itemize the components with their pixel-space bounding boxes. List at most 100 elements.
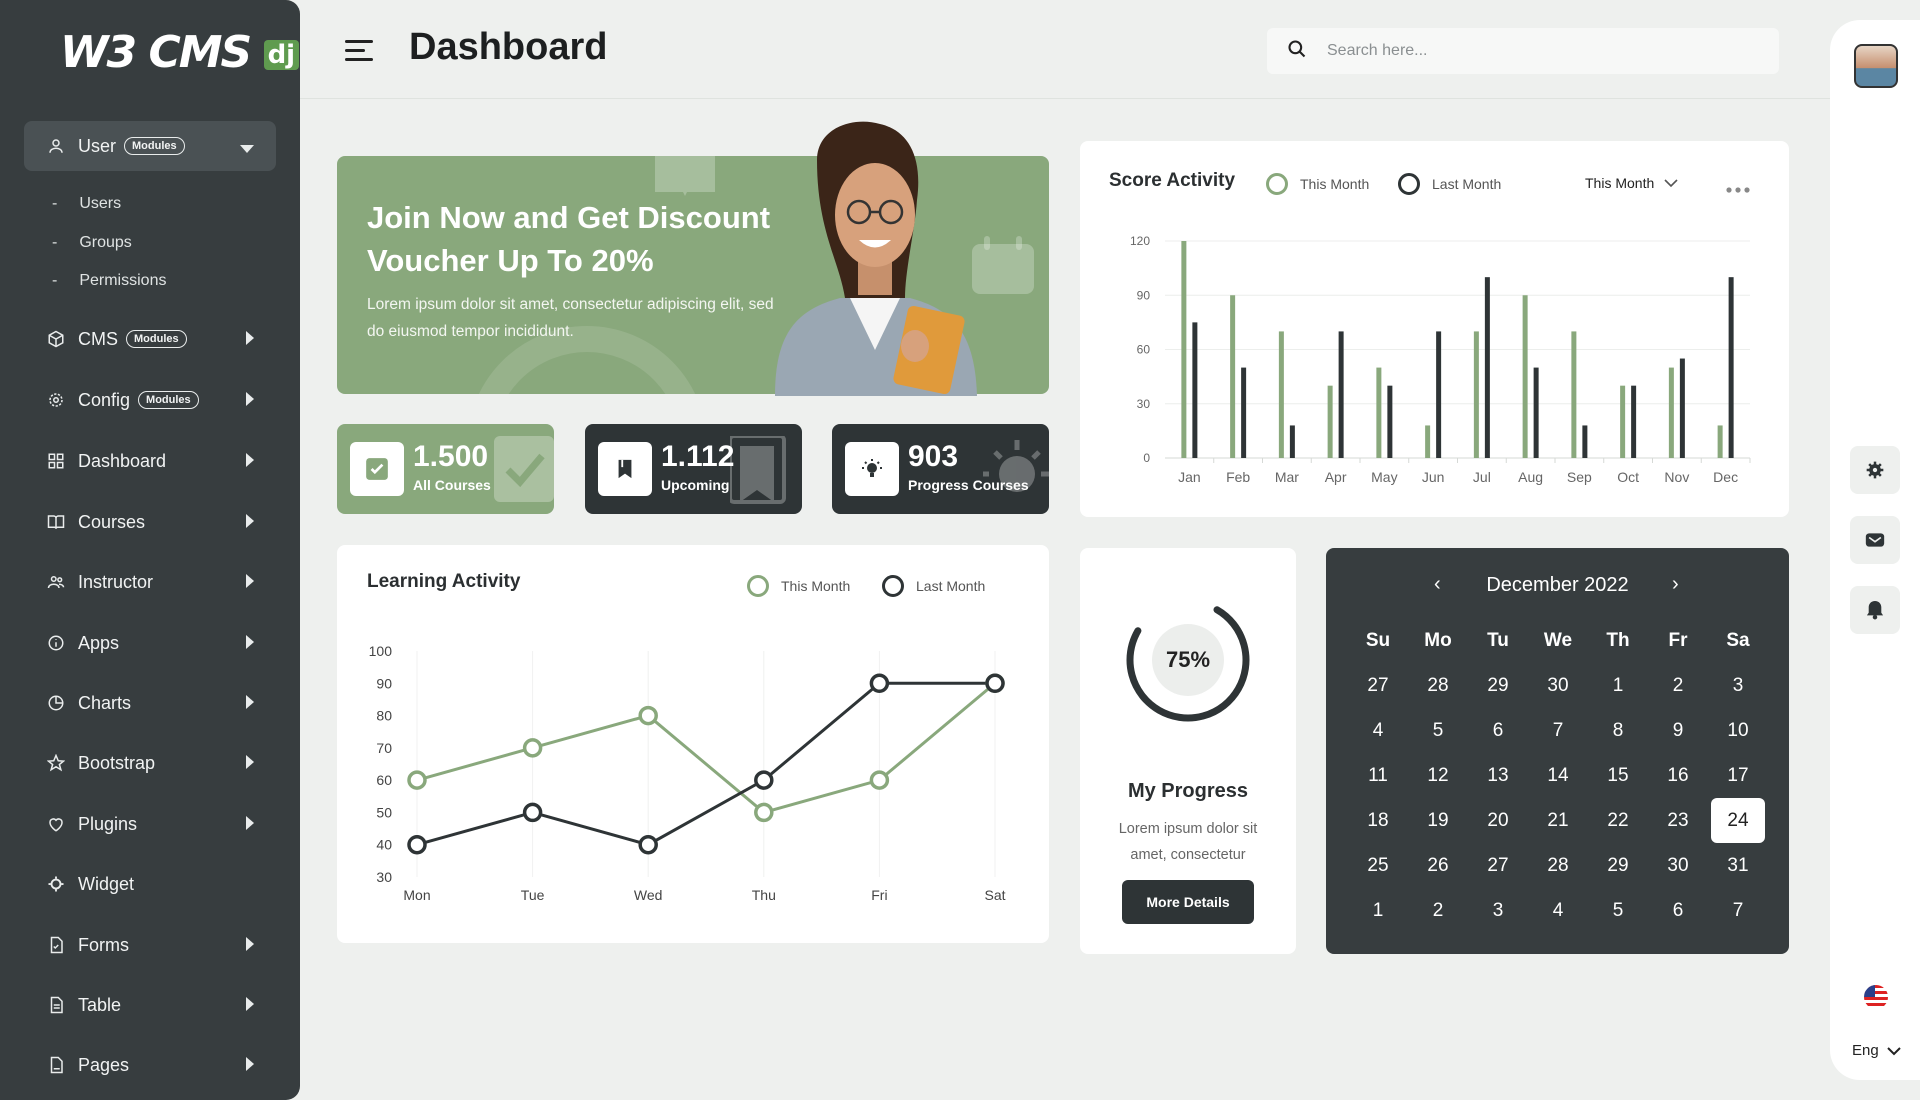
y-tick-label: 90 <box>1137 288 1151 302</box>
calendar-day[interactable]: 29 <box>1588 843 1648 888</box>
calendar-day[interactable]: 5 <box>1408 708 1468 753</box>
data-point <box>754 802 774 823</box>
calendar-day[interactable]: 3 <box>1468 888 1528 933</box>
score-bar-chart: 0 30 60 90 120 Jan Feb Mar Apr May Jun Jul Aug Sep Oct… <box>1130 234 1751 485</box>
calendar-day[interactable]: 28 <box>1408 663 1468 708</box>
calendar-day[interactable]: 24 <box>1711 798 1765 843</box>
sidebar-item-table[interactable]: Table <box>24 980 276 1030</box>
calendar-day[interactable]: 25 <box>1348 843 1408 888</box>
user-icon <box>46 136 66 156</box>
calendar-weekday: Mo <box>1424 629 1452 651</box>
calendar-day[interactable]: 28 <box>1528 843 1588 888</box>
calendar-next-button[interactable]: › <box>1672 573 1679 596</box>
sidebar-item-forms[interactable]: Forms <box>24 920 276 970</box>
chevron-right-icon <box>246 635 254 649</box>
stat-card-all-courses[interactable]: 1.500 All Courses <box>337 424 554 514</box>
calendar-day[interactable]: 12 <box>1408 753 1468 798</box>
sidebar-item-label: Config <box>78 389 131 410</box>
calendar-day[interactable]: 2 <box>1648 663 1708 708</box>
file-text-icon <box>46 995 66 1015</box>
stat-card-upcoming[interactable]: 1.112 Upcoming <box>585 424 802 514</box>
checkbox-icon <box>350 442 404 496</box>
calendar-day[interactable]: 27 <box>1348 663 1408 708</box>
calendar-day[interactable]: 30 <box>1648 843 1708 888</box>
stat-card-progress-courses[interactable]: 903 Progress Courses <box>832 424 1049 514</box>
messages-button[interactable] <box>1850 516 1900 564</box>
avatar[interactable] <box>1854 44 1898 88</box>
calendar-day[interactable]: 20 <box>1468 798 1528 843</box>
calendar-day[interactable]: 30 <box>1528 663 1588 708</box>
bar <box>1631 385 1637 458</box>
calendar-day[interactable]: 7 <box>1528 708 1588 753</box>
chevron-right-icon <box>246 937 254 951</box>
calendar-day[interactable]: 2 <box>1408 888 1468 933</box>
calendar-day[interactable]: 4 <box>1528 888 1588 933</box>
language-selector[interactable]: Eng <box>1852 1042 1901 1059</box>
calendar-day[interactable]: 6 <box>1468 708 1528 753</box>
calendar-day[interactable]: 18 <box>1348 798 1408 843</box>
sidebar-item-bootstrap[interactable]: Bootstrap <box>24 738 276 788</box>
calendar-day[interactable]: 21 <box>1528 798 1588 843</box>
calendar-day[interactable]: 19 <box>1408 798 1468 843</box>
bookmark-icon <box>730 436 786 504</box>
bar <box>1717 425 1723 458</box>
search-icon[interactable] <box>1287 39 1307 64</box>
calendar-day[interactable]: 4 <box>1348 708 1408 753</box>
calendar-day[interactable]: 22 <box>1588 798 1648 843</box>
calendar-day[interactable]: 29 <box>1468 663 1528 708</box>
calendar-day[interactable]: 10 <box>1708 708 1768 753</box>
sidebar-item-pages[interactable]: Pages <box>24 1040 276 1090</box>
calendar-day[interactable]: 13 <box>1468 753 1528 798</box>
learning-line-chart: 30 40 50 60 70 80 90 100 Mon Tue Wed Thu Fri Sat <box>369 643 1006 903</box>
sidebar-item-widget[interactable]: Widget <box>24 859 276 909</box>
check-icon <box>494 436 554 502</box>
y-tick-label: 70 <box>376 740 392 756</box>
calendar-day[interactable]: 14 <box>1528 753 1588 798</box>
sidebar-item-courses[interactable]: Courses <box>24 497 276 547</box>
modules-badge: Modules <box>138 391 199 409</box>
cube-icon <box>46 329 66 349</box>
x-tick-label: Jul <box>1473 469 1491 485</box>
calendar-day[interactable]: 5 <box>1588 888 1648 933</box>
calendar-day[interactable]: 8 <box>1588 708 1648 753</box>
sidebar-item-config[interactable]: Config Modules <box>24 375 276 425</box>
sidebar-item-apps[interactable]: Apps <box>24 618 276 668</box>
calendar-day[interactable]: 9 <box>1648 708 1708 753</box>
more-details-button[interactable]: More Details <box>1122 880 1254 924</box>
data-point <box>638 834 658 855</box>
sidebar-item-instructor[interactable]: Instructor <box>24 557 276 607</box>
chevron-right-icon <box>246 755 254 769</box>
bar <box>1473 331 1479 458</box>
sidebar-subitem-users[interactable]: - Users <box>52 195 121 213</box>
calendar-day[interactable]: 1 <box>1348 888 1408 933</box>
calendar-day[interactable]: 11 <box>1348 753 1408 798</box>
calendar-day[interactable]: 31 <box>1708 843 1768 888</box>
sidebar-item-label: Bootstrap <box>78 752 156 773</box>
logo[interactable]: W3 CMS dj <box>60 27 300 78</box>
logo-text: W3 CMS <box>60 27 252 78</box>
settings-button[interactable] <box>1850 446 1900 494</box>
y-tick-label: 50 <box>376 804 392 820</box>
calendar-day[interactable]: 17 <box>1708 753 1768 798</box>
calendar-day[interactable]: 26 <box>1408 843 1468 888</box>
chevron-down-icon <box>1886 1046 1901 1055</box>
calendar-day[interactable]: 7 <box>1708 888 1768 933</box>
x-tick-label: Jun <box>1422 469 1445 485</box>
calendar-day[interactable]: 23 <box>1648 798 1708 843</box>
sidebar-item-cms[interactable]: CMS Modules <box>24 314 276 364</box>
sidebar-subitem-groups[interactable]: - Groups <box>52 234 132 252</box>
search-input[interactable] <box>1327 42 1747 60</box>
sidebar-subitem-permissions[interactable]: - Permissions <box>52 272 166 290</box>
calendar-day[interactable]: 27 <box>1468 843 1528 888</box>
sidebar-item-user[interactable]: User Modules <box>24 121 276 171</box>
sidebar-item-dashboard[interactable]: Dashboard <box>24 436 276 486</box>
sidebar-item-charts[interactable]: Charts <box>24 678 276 728</box>
calendar-day[interactable]: 15 <box>1588 753 1648 798</box>
menu-toggle-button[interactable] <box>345 40 373 67</box>
calendar-day[interactable]: 16 <box>1648 753 1708 798</box>
calendar-day[interactable]: 3 <box>1708 663 1768 708</box>
notifications-button[interactable] <box>1850 586 1900 634</box>
calendar-day[interactable]: 1 <box>1588 663 1648 708</box>
sidebar-item-plugins[interactable]: Plugins <box>24 799 276 849</box>
calendar-day[interactable]: 6 <box>1648 888 1708 933</box>
